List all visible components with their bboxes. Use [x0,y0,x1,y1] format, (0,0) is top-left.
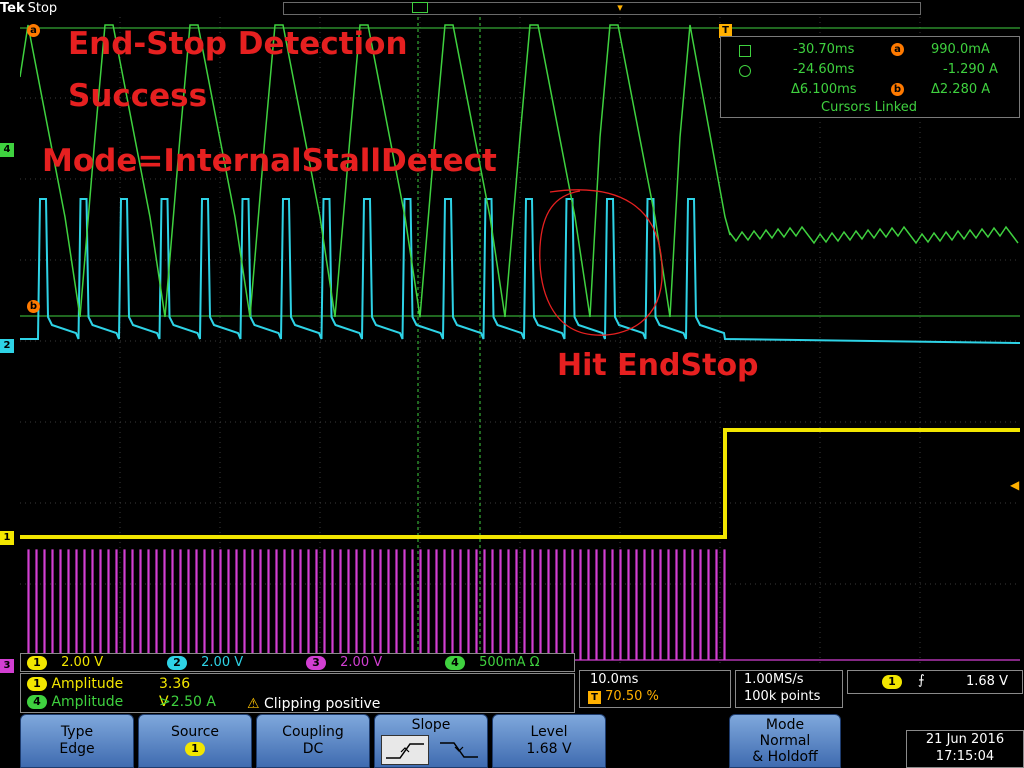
meas1-label: Amplitude [51,676,124,692]
rising-slope-option[interactable] [381,735,429,765]
horizontal-panel[interactable]: 10.0ms T 70.50 % [579,670,731,708]
annotation-circle [539,189,663,336]
menu-coupling-value: DC [302,741,324,757]
menu-source-label: Source [170,724,220,740]
record-view-bar[interactable] [283,2,921,15]
status-bar: Tek Stop ▾ [0,0,1024,17]
meas2-badge: 4 [27,695,47,709]
brand-status: Tek Stop [0,0,58,17]
ch2-scale[interactable]: 2 2.00 V [167,654,243,671]
channel-scale-strip: 1 2.00 V 2 2.00 V 3 2.00 V 4 500mA Ω [20,653,575,672]
menu-type-value: Edge [59,741,95,757]
menu-mode-value: Normal [759,733,811,749]
cursor-a-icon: a [891,43,904,56]
menu-type-label: Type [60,724,94,740]
measurement-panel[interactable]: 1 Amplitude 3.36 V 4 Amplitude >2.50 A ⚠… [20,673,575,713]
warning-icon: ⚠ [247,696,260,712]
ch1-waveform [20,428,1020,539]
ch3-scale-value: 2.00 V [340,655,383,670]
menu-level-label: Level [530,724,568,740]
cursor-a-marker[interactable]: a [27,24,40,37]
menu-source-badge: 1 [185,742,205,756]
rising-edge-icon [386,743,424,759]
time: 17:15:04 [935,749,995,764]
menu-source-button[interactable]: Source 1 [138,714,252,768]
sample-rate: 1.00MS/s [744,672,804,687]
ch2-waveform [20,198,1020,344]
ch1-badge: 1 [27,655,47,670]
cursor-t1: -30.70ms [793,42,855,57]
trigger-t-icon: T [588,691,601,704]
cursor-readout: -30.70ms a 990.0mA -24.60ms -1.290 A Δ6.… [720,36,1020,118]
menu-level-button[interactable]: Level 1.68 V [492,714,606,768]
record-view-window[interactable] [412,2,428,13]
rising-edge-icon: ⨍ [918,673,925,688]
circle-cursor-icon [739,65,751,77]
record-length: 100k points [744,689,821,704]
ch4-badge: 4 [445,655,465,670]
menu-mode-label: Mode [765,717,805,733]
brand-logo: Tek [0,1,25,16]
horizontal-scale: 10.0ms [590,672,639,687]
run-status: Stop [27,1,58,16]
measurement-1: 1 Amplitude 3.36 V [27,675,190,710]
meas2-value: >2.50 A [159,694,216,710]
ch3-waveform [20,549,1020,661]
menu-coupling-button[interactable]: Coupling DC [256,714,370,768]
menu-slope-label: Slope [411,717,451,733]
meas1-badge: 1 [27,677,47,691]
trigger-panel[interactable]: 1 ⨍ 1.68 V [847,670,1023,694]
menu-source-value: 1 [139,741,251,757]
cursor-b-marker[interactable]: b [27,300,40,313]
menu-type-button[interactable]: Type Edge [20,714,134,768]
menu-mode-holdoff: & Holdoff [752,749,818,765]
menu-slope-button[interactable]: Slope [374,714,488,768]
ch3-badge: 3 [306,655,326,670]
cursor-delta-time: Δ6.100ms [791,82,857,97]
menu-coupling-label: Coupling [282,724,344,740]
falling-edge-icon [440,742,478,758]
annotation-title: End-Stop Detection [68,26,408,62]
menu-mode-button[interactable]: Mode Normal & Holdoff [729,714,841,768]
trigger-position-icon: ▾ [617,1,623,14]
meas2-label: Amplitude [51,694,124,710]
acquisition-panel[interactable]: 1.00MS/s 100k points [735,670,843,708]
date: 21 Jun 2016 [925,732,1005,747]
ch3-ground-marker[interactable]: 3 [0,659,14,673]
annotation-mode: Mode=InternalStallDetect [42,143,497,179]
date-time: 21 Jun 2016 17:15:04 [906,730,1024,768]
ch4-scale-value: 500mA Ω [479,655,540,670]
ch1-ground-marker[interactable]: 1 [0,531,14,545]
cursor-b-icon: b [891,83,904,96]
ch2-scale-value: 2.00 V [201,655,244,670]
ch1-scale-value: 2.00 V [61,655,104,670]
falling-slope-option[interactable] [435,735,483,765]
clipping-warning-text: Clipping positive [264,696,381,712]
cursor-b-value: -1.290 A [943,62,998,77]
ch2-badge: 2 [167,655,187,670]
horizontal-position: T 70.50 % [588,689,659,704]
trigger-level-icon[interactable]: ◀ [1010,478,1019,492]
trigger-source-badge: 1 [882,675,902,689]
ch2-ground-marker[interactable]: 2 [0,339,14,353]
horizontal-position-value: 70.50 % [605,689,659,704]
ch3-scale[interactable]: 3 2.00 V [306,654,382,671]
cursor-a-value: 990.0mA [931,42,990,57]
clipping-warning: ⚠ Clipping positive [247,695,380,713]
square-cursor-icon [739,45,751,57]
ch4-scale[interactable]: 4 500mA Ω [445,654,540,671]
trigger-level: 1.68 V [966,674,1008,689]
cursors-linked-label: Cursors Linked [821,100,918,115]
ch4-ground-marker[interactable]: 4 [0,143,14,157]
cursor-t2: -24.60ms [793,62,855,77]
cursor-delta-value: Δ2.280 A [931,82,991,97]
ch1-scale[interactable]: 1 2.00 V [27,654,103,671]
menu-level-value: 1.68 V [526,741,572,757]
measurement-2: 4 Amplitude >2.50 A [27,693,216,711]
annotation-hit-endstop: Hit EndStop [557,348,759,383]
annotation-subtitle: Success [68,78,208,114]
